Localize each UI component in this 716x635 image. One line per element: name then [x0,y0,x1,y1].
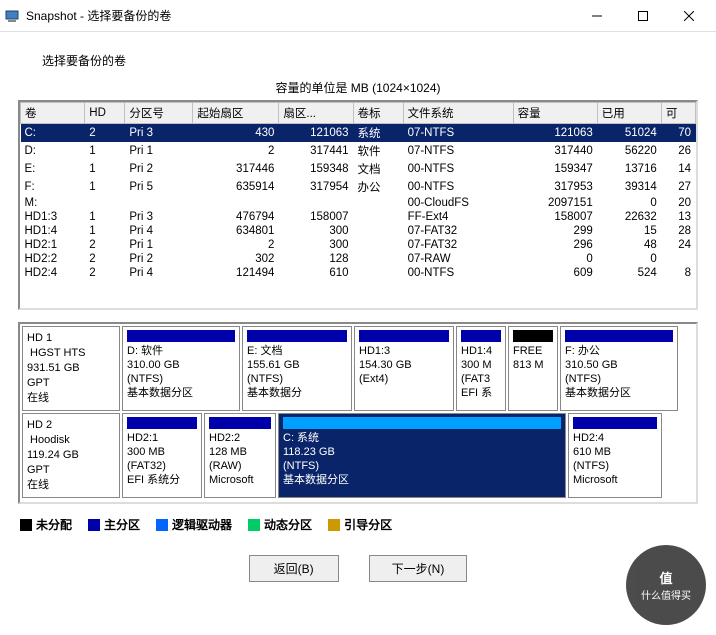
legend: 未分配 主分区 逻辑驱动器 动态分区 引导分区 [18,512,698,537]
disk-info: HD 1 HGST HTS931.51 GBGPT在线 [22,326,120,411]
column-header[interactable]: 卷 [21,103,85,124]
column-header[interactable]: 可 [661,103,695,124]
partition-box[interactable]: HD2:1300 MB(FAT32)EFI 系统分 [122,413,202,498]
legend-primary: 主分区 [88,516,140,533]
partition-box[interactable]: C: 系统118.23 GB(NTFS)基本数据分区 [278,413,566,498]
partition-box[interactable]: HD2:2128 MB(RAW)Microsoft [204,413,276,498]
table-row[interactable]: HD2:42Pri 412149461000-NTFS6095248 [21,266,696,280]
table-row[interactable]: M:00-CloudFS2097151020 [21,196,696,210]
window-title: Snapshot - 选择要备份的卷 [26,7,574,24]
column-header[interactable]: 容量 [513,103,597,124]
table-row[interactable]: E:1Pri 2317446159348文档00-NTFS15934713716… [21,160,696,178]
partition-bar [573,417,657,429]
column-header[interactable]: 卷标 [353,103,403,124]
partition-bar [359,330,449,342]
table-row[interactable]: HD1:31Pri 3476794158007FF-Ext41580072263… [21,210,696,224]
table-row[interactable]: HD1:41Pri 463480130007-FAT322991528 [21,224,696,238]
legend-dynamic: 动态分区 [248,516,312,533]
partition-bar [513,330,553,342]
table-row[interactable]: HD2:22Pri 230212807-RAW00 [21,252,696,266]
partition-bar [461,330,501,342]
column-header[interactable]: 已用 [597,103,661,124]
disk-map-panel: HD 1 HGST HTS931.51 GBGPT在线D: 软件310.00 G… [18,322,698,504]
volume-table: 卷HD分区号起始扇区扇区...卷标文件系统容量已用可 C:2Pri 343012… [20,102,696,280]
page-heading: 选择要备份的卷 [18,52,698,69]
legend-boot: 引导分区 [328,516,392,533]
titlebar: Snapshot - 选择要备份的卷 [0,0,716,32]
partition-box[interactable]: HD2:4610 MB(NTFS)Microsoft [568,413,662,498]
partition-box[interactable]: F: 办公310.50 GB(NTFS)基本数据分区 [560,326,678,411]
app-icon [4,8,20,24]
legend-logical: 逻辑驱动器 [156,516,232,533]
column-header[interactable]: HD [85,103,125,124]
button-row: 返回(B) 下一步(N) [18,555,698,582]
column-header[interactable]: 起始扇区 [193,103,279,124]
table-row[interactable]: D:1Pri 12317441软件07-NTFS3174405622026 [21,142,696,160]
watermark: 值 什么值得买 [626,545,706,625]
partition-box[interactable]: FREE813 M [508,326,558,411]
column-header[interactable]: 扇区... [279,103,353,124]
column-header[interactable]: 文件系统 [403,103,513,124]
partition-bar [565,330,673,342]
units-label: 容量的单位是 MB (1024×1024) [18,79,698,96]
volume-table-container: 卷HD分区号起始扇区扇区...卷标文件系统容量已用可 C:2Pri 343012… [18,100,698,310]
partition-bar [127,417,197,429]
disk-info: HD 2 Hoodisk119.24 GBGPT在线 [22,413,120,498]
maximize-button[interactable] [620,1,666,31]
minimize-button[interactable] [574,1,620,31]
partition-bar [127,330,235,342]
next-button[interactable]: 下一步(N) [369,555,468,582]
partition-bar [247,330,347,342]
partition-box[interactable]: D: 软件310.00 GB(NTFS)基本数据分区 [122,326,240,411]
table-row[interactable]: HD2:12Pri 1230007-FAT322964824 [21,238,696,252]
legend-unalloc: 未分配 [20,516,72,533]
column-header[interactable]: 分区号 [125,103,193,124]
partition-box[interactable]: HD1:4300 M(FAT3EFI 系 [456,326,506,411]
close-button[interactable] [666,1,712,31]
partition-box[interactable]: HD1:3154.30 GB(Ext4) [354,326,454,411]
back-button[interactable]: 返回(B) [249,555,339,582]
partition-box[interactable]: E: 文档155.61 GB(NTFS)基本数据分 [242,326,352,411]
partition-bar [209,417,271,429]
table-row[interactable]: C:2Pri 3430121063系统07-NTFS1210635102470 [21,124,696,143]
partition-bar [283,417,561,429]
table-row[interactable]: F:1Pri 5635914317954办公00-NTFS31795339314… [21,178,696,196]
